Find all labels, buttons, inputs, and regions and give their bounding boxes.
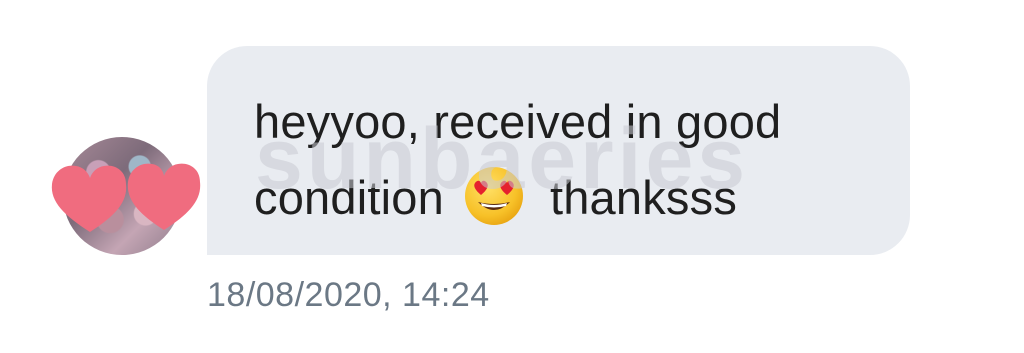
message-timestamp: 18/08/2020, 14:24 — [207, 276, 490, 314]
right-heart-icon — [127, 163, 201, 230]
message-bubble[interactable]: heyyoo, received in good condition thank… — [207, 46, 910, 255]
message-line-1: heyyoo, received in good — [254, 95, 782, 148]
heart-eyes-emoji-icon — [464, 167, 523, 225]
message-line-2-start: condition — [254, 171, 444, 224]
hearts-icon — [51, 163, 201, 232]
message-line-2-end: thanksss — [549, 171, 738, 224]
left-heart-icon — [51, 165, 127, 232]
message-text: heyyoo, received in good condition thank… — [254, 84, 880, 236]
